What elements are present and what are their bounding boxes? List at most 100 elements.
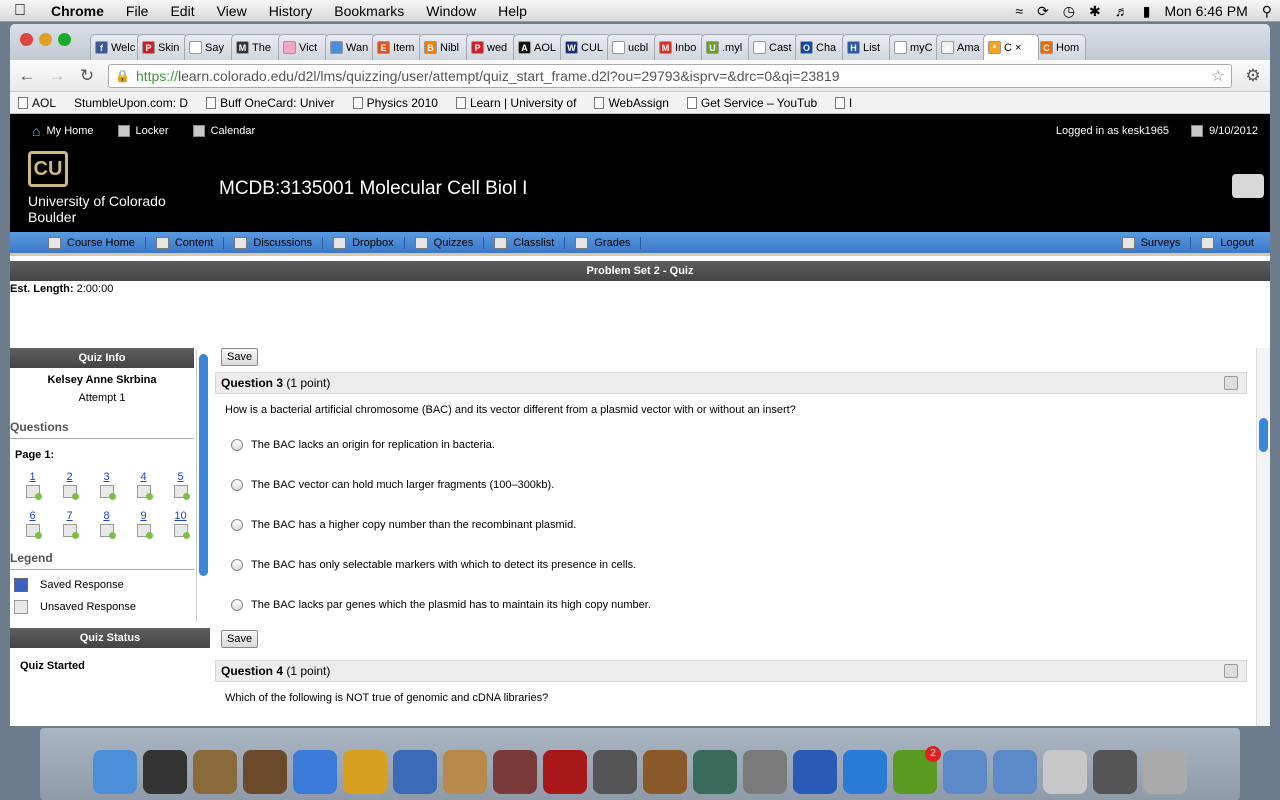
mail-stamp-icon[interactable] [193, 750, 237, 794]
question-link[interactable]: 1 [14, 471, 51, 483]
menu-edit[interactable]: Edit [159, 3, 205, 19]
question-link[interactable]: 9 [125, 510, 162, 522]
downloads-icon[interactable] [1093, 750, 1137, 794]
dashboard-icon[interactable] [143, 750, 187, 794]
browser-tab[interactable]: A AOL [513, 34, 564, 60]
nav-discussions[interactable]: Discussions [224, 236, 324, 249]
reload-icon[interactable]: ↻ [78, 66, 96, 86]
locker-link[interactable]: Locker [117, 125, 169, 137]
browser-tab[interactable]: Vict [278, 34, 329, 60]
bluetooth-icon[interactable]: ✱ [1089, 3, 1101, 20]
bookmark-physics[interactable]: Physics 2010 [352, 96, 438, 110]
main-scrollbar[interactable] [1256, 348, 1270, 726]
browser-tab[interactable]: * C × [983, 34, 1039, 60]
menu-file[interactable]: File [115, 3, 160, 19]
scroll-thumb[interactable] [1259, 418, 1268, 452]
spotify-icon[interactable]: 2 [893, 746, 941, 794]
bookmark-stumbleupon[interactable]: StumbleUpon.com: D [74, 96, 188, 110]
back-icon[interactable]: ← [18, 66, 36, 86]
finder-icon[interactable] [93, 750, 137, 794]
time-machine-menu-icon[interactable]: ◷ [1063, 3, 1075, 20]
applications-folder-icon[interactable] [943, 750, 987, 794]
menu-window[interactable]: Window [415, 3, 487, 19]
save-disk-icon[interactable] [1224, 376, 1238, 390]
radio-button[interactable] [231, 599, 243, 611]
browser-tab[interactable]: M Inbo [654, 34, 705, 60]
question-link[interactable]: 4 [125, 471, 162, 483]
calendar-link[interactable]: Calendar [192, 125, 255, 137]
facetime-icon[interactable] [393, 750, 437, 794]
question-link[interactable]: 10 [162, 510, 199, 522]
bookmark-star-icon[interactable]: ☆ [1211, 66, 1225, 86]
q3-option-b[interactable]: The BAC vector can hold much larger frag… [231, 474, 1247, 496]
menu-history[interactable]: History [258, 3, 324, 19]
scroll-thumb[interactable] [199, 354, 208, 576]
word-icon[interactable] [793, 750, 837, 794]
nav-content[interactable]: Content [146, 236, 225, 249]
close-tab-icon[interactable]: × [1015, 42, 1021, 54]
garageband-icon[interactable] [643, 750, 687, 794]
my-home-link[interactable]: ⌂ My Home [32, 123, 94, 139]
question-link[interactable]: 2 [51, 471, 88, 483]
minimize-window-button[interactable] [39, 33, 52, 46]
option-label[interactable]: The BAC lacks par genes which the plasmi… [251, 599, 651, 611]
question-link[interactable]: 8 [88, 510, 125, 522]
bookmark-learn[interactable]: Learn | University of [455, 96, 576, 110]
option-label[interactable]: The BAC has only selectable markers with… [251, 559, 636, 571]
address-book-icon[interactable] [443, 750, 487, 794]
menu-view[interactable]: View [206, 3, 258, 19]
left-panel-scrollbar[interactable] [196, 350, 210, 622]
save-disk-icon[interactable] [1224, 664, 1238, 678]
browser-tab[interactable]: f Welc [90, 34, 141, 60]
nav-dropbox[interactable]: Dropbox [323, 236, 405, 249]
browser-tab[interactable]: P Skin [137, 34, 188, 60]
bookmark-webassign[interactable]: WebAssign [594, 96, 669, 110]
question-link[interactable]: 6 [14, 510, 51, 522]
radio-button[interactable] [231, 439, 243, 451]
menu-help[interactable]: Help [487, 3, 538, 19]
time-machine-icon[interactable] [693, 750, 737, 794]
nav-course-home[interactable]: Course Home [38, 236, 146, 249]
option-label[interactable]: The BAC vector can hold much larger frag… [251, 479, 554, 491]
nav-logout[interactable]: Logout [1191, 236, 1264, 249]
safari-icon[interactable] [293, 750, 337, 794]
option-label[interactable]: The BAC has a higher copy number than th… [251, 519, 576, 531]
clock[interactable]: Mon 6:46 PM [1164, 3, 1247, 19]
q3-option-e[interactable]: The BAC lacks par genes which the plasmi… [231, 594, 1247, 616]
browser-tab[interactable]: O Cha [795, 34, 846, 60]
browser-tab[interactable]: W CUL [560, 34, 611, 60]
radio-button[interactable] [231, 559, 243, 571]
apple-icon[interactable]:  [0, 2, 40, 20]
bookmark-aol[interactable]: AOL [18, 96, 56, 110]
radio-button[interactable] [231, 479, 243, 491]
q3-option-a[interactable]: The BAC lacks an origin for replication … [231, 434, 1247, 456]
system-preferences-icon[interactable] [743, 750, 787, 794]
browser-tab[interactable]: ucbl [607, 34, 658, 60]
option-label[interactable]: The BAC lacks an origin for replication … [251, 439, 495, 451]
nav-quizzes[interactable]: Quizzes [405, 236, 485, 249]
question-link[interactable]: 5 [162, 471, 199, 483]
q3-option-c[interactable]: The BAC has a higher copy number than th… [231, 514, 1247, 536]
browser-tab[interactable]: C Hom [1035, 34, 1086, 60]
documents-folder-icon[interactable] [993, 750, 1037, 794]
nav-grades[interactable]: Grades [565, 236, 642, 249]
sync-icon[interactable]: ⟳ [1037, 3, 1049, 20]
bookmark-youtube[interactable]: Get Service – YouTub [686, 96, 817, 110]
menu-bookmarks[interactable]: Bookmarks [323, 3, 415, 19]
save-button-top[interactable]: Save [221, 348, 259, 366]
browser-tab[interactable]: Say [184, 34, 235, 60]
question-link[interactable]: 3 [88, 471, 125, 483]
nav-classlist[interactable]: Classlist [484, 236, 566, 249]
nav-surveys[interactable]: Surveys [1112, 236, 1192, 249]
cu-logo[interactable]: CU University of Colorado Boulder [28, 151, 166, 225]
spotlight-icon[interactable]: ⚲ [1262, 3, 1272, 20]
q3-option-d[interactable]: The BAC has only selectable markers with… [231, 554, 1247, 576]
bookmark-more[interactable]: l [835, 96, 852, 110]
wrench-icon[interactable]: ⚙ [1244, 66, 1262, 86]
forward-icon[interactable]: → [48, 66, 66, 86]
radio-button[interactable] [231, 519, 243, 531]
browser-tab[interactable]: myC [889, 34, 940, 60]
browser-tab[interactable]: Pwed [466, 34, 517, 60]
hp-icon[interactable] [843, 750, 887, 794]
browser-tab[interactable]: a Ama [936, 34, 987, 60]
